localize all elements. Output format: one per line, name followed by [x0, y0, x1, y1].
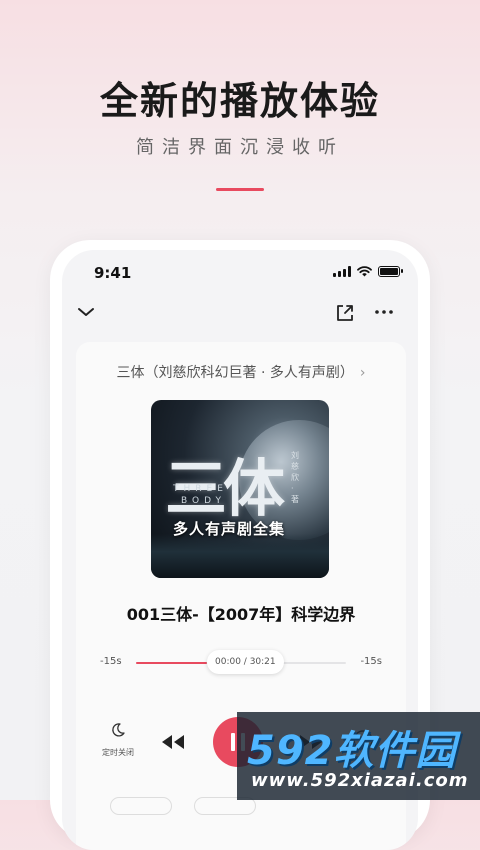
watermark-brand: 592软件园	[247, 728, 457, 774]
cover-big-title: 三体	[165, 452, 285, 525]
cover-tagline: 多人有声剧全集	[173, 520, 286, 538]
album-name: 三体（刘慈欣科幻巨著 · 多人有声剧）	[116, 365, 354, 381]
album-name-link[interactable]: 三体（刘慈欣科幻巨著 · 多人有声剧） ›	[76, 362, 406, 382]
progress-knob[interactable]: 00:00 / 30:21	[207, 650, 284, 674]
promo-headline: 全新的播放体验	[99, 79, 380, 123]
sleep-timer-label: 定时关闭	[102, 748, 134, 757]
site-watermark: 592软件园 www.592xiazai.com	[237, 712, 480, 800]
chevron-down-icon[interactable]	[76, 302, 96, 322]
album-cover[interactable]: 三体 THREE BODY 刘慈欣·著 多人有声剧全集	[151, 400, 329, 578]
battery-icon	[378, 266, 403, 277]
status-icons	[333, 266, 403, 277]
sleep-timer-button[interactable]: 定时关闭	[96, 722, 140, 759]
accent-divider	[216, 188, 264, 191]
watermark-url: www.592xiazai.com	[251, 770, 469, 791]
rewind-icon[interactable]	[160, 734, 186, 750]
wifi-icon	[357, 266, 372, 277]
cover-english-line1: THREE	[173, 484, 228, 494]
cover-english-line2: BODY	[181, 496, 227, 506]
cover-author: 刘慈欣·著	[291, 451, 299, 504]
promo-subline: 简洁界面沉浸收听	[136, 137, 344, 158]
status-time: 9:41	[94, 264, 132, 282]
share-icon[interactable]	[334, 302, 356, 324]
skip-back-button[interactable]: -15s	[100, 656, 122, 667]
chevron-right-icon: ›	[359, 365, 366, 381]
skip-forward-button[interactable]: -15s	[360, 656, 382, 667]
signal-icon	[333, 266, 351, 277]
moon-icon	[112, 723, 125, 737]
more-icon[interactable]	[372, 302, 396, 322]
progress-fill	[136, 662, 208, 664]
cover-city	[151, 534, 329, 578]
episode-title: 001三体-【2007年】科学边界	[126, 605, 356, 624]
pause-bar-left	[231, 733, 235, 751]
